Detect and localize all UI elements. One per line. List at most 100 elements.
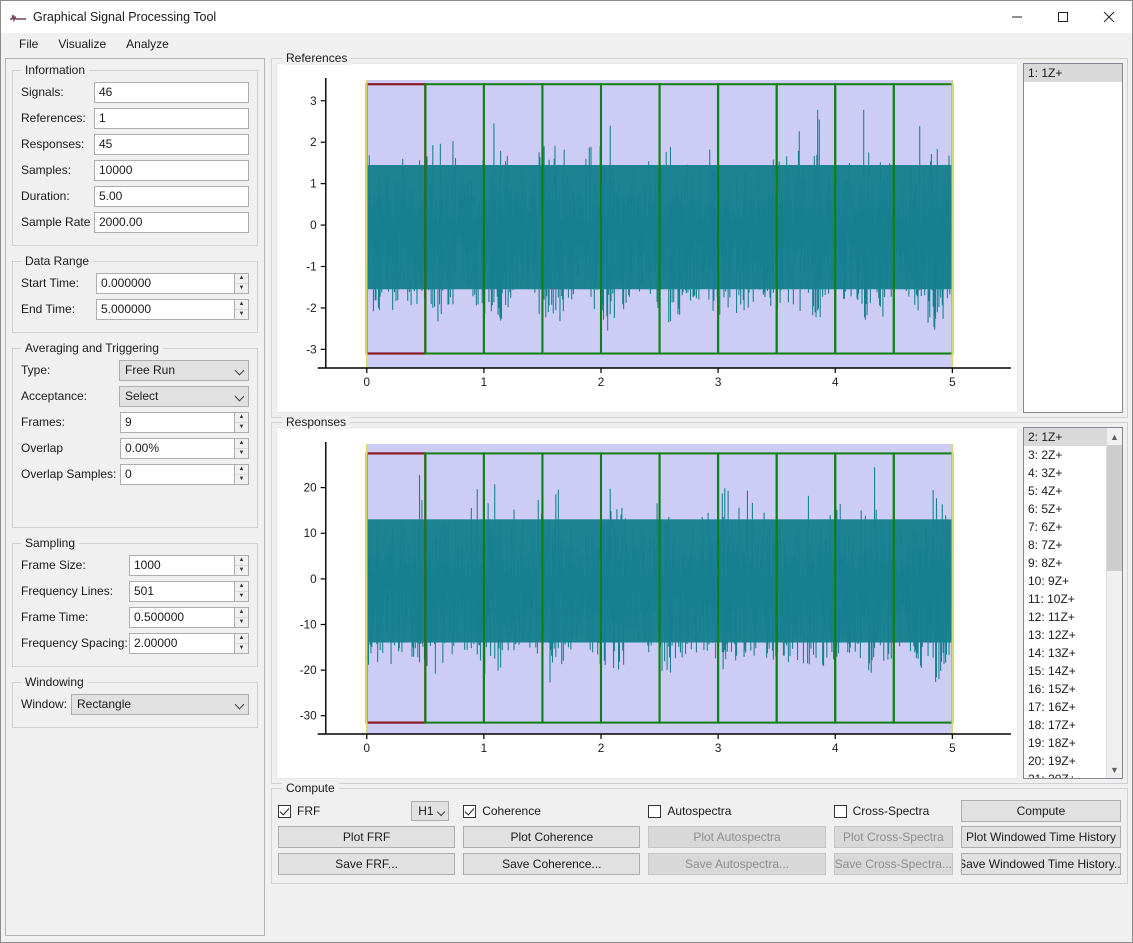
spin-up-icon[interactable]: ▲ xyxy=(235,413,248,423)
reference-list-item[interactable]: 1: 1Z+ xyxy=(1024,64,1122,82)
scrollbar-thumb[interactable] xyxy=(1107,445,1122,571)
response-list-item[interactable]: 14: 13Z+ xyxy=(1024,644,1106,662)
scrollbar-track[interactable] xyxy=(1107,445,1122,761)
spinner-overlap-samples[interactable]: ▲ ▼ xyxy=(234,464,249,485)
responses-scrollbar[interactable]: ▲ ▼ xyxy=(1106,428,1122,778)
menu-visualize[interactable]: Visualize xyxy=(48,35,116,53)
scroll-up-icon[interactable]: ▲ xyxy=(1107,428,1122,445)
input-frequency-lines[interactable]: 501 xyxy=(129,581,234,602)
response-list-item[interactable]: 9: 8Z+ xyxy=(1024,554,1106,572)
response-list-item[interactable]: 7: 6Z+ xyxy=(1024,518,1106,536)
response-list-item[interactable]: 20: 19Z+ xyxy=(1024,752,1106,770)
spin-down-icon[interactable]: ▼ xyxy=(235,566,248,575)
spin-down-icon[interactable]: ▼ xyxy=(235,449,248,458)
plot-coherence-button[interactable]: Plot Coherence xyxy=(463,826,640,848)
input-samples[interactable]: 10000 xyxy=(94,160,249,181)
input-overlap-samples[interactable]: 0 xyxy=(120,464,234,485)
plot-autospectra-button: Plot Autospectra xyxy=(648,826,825,848)
x-tick-label: 5 xyxy=(949,377,956,389)
estimator-select[interactable]: H1 xyxy=(411,801,449,821)
select-window[interactable]: Rectangle xyxy=(71,694,249,715)
field-frame-time: Frame Time: 0.500000 ▲ ▼ xyxy=(21,606,249,628)
minimize-button[interactable] xyxy=(994,1,1040,33)
spinner-overlap[interactable]: ▲ ▼ xyxy=(234,438,249,459)
response-list-item[interactable]: 10: 9Z+ xyxy=(1024,572,1106,590)
spinner-frames[interactable]: ▲ ▼ xyxy=(234,412,249,433)
spinner-end-time[interactable]: ▲ ▼ xyxy=(234,299,249,320)
spin-up-icon[interactable]: ▲ xyxy=(235,634,248,644)
coherence-checkbox-row[interactable]: Coherence xyxy=(463,801,640,821)
spinner-frame-size[interactable]: ▲ ▼ xyxy=(234,555,249,576)
spin-up-icon[interactable]: ▲ xyxy=(235,556,248,566)
response-list-item[interactable]: 8: 7Z+ xyxy=(1024,536,1106,554)
spin-up-icon[interactable]: ▲ xyxy=(235,274,248,284)
response-list-item[interactable]: 21: 20Z+ xyxy=(1024,770,1106,779)
coherence-checkbox[interactable] xyxy=(463,805,476,818)
input-end-time[interactable]: 5.000000 xyxy=(96,299,234,320)
crossspectra-checkbox-row[interactable]: Cross-Spectra Compute xyxy=(834,801,1121,821)
responses-list[interactable]: 2: 1Z+3: 2Z+4: 3Z+5: 4Z+6: 5Z+7: 6Z+8: 7… xyxy=(1023,427,1123,779)
spinner-frequency-spacing[interactable]: ▲ ▼ xyxy=(234,633,249,654)
spin-down-icon[interactable]: ▼ xyxy=(235,618,248,627)
compute-button[interactable]: Compute xyxy=(961,800,1121,822)
response-list-item[interactable]: 13: 12Z+ xyxy=(1024,626,1106,644)
select-type[interactable]: Free Run xyxy=(119,360,249,381)
responses-plot[interactable]: 20100-10-20-30012345 xyxy=(276,427,1018,779)
spin-up-icon[interactable]: ▲ xyxy=(235,439,248,449)
references-list[interactable]: 1: 1Z+ xyxy=(1023,63,1123,413)
response-list-item[interactable]: 4: 3Z+ xyxy=(1024,464,1106,482)
spin-down-icon[interactable]: ▼ xyxy=(235,284,248,293)
input-signals[interactable]: 46 xyxy=(94,82,249,103)
response-list-item[interactable]: 18: 17Z+ xyxy=(1024,716,1106,734)
response-list-item[interactable]: 12: 11Z+ xyxy=(1024,608,1106,626)
input-responses[interactable]: 45 xyxy=(94,134,249,155)
select-acceptance[interactable]: Select xyxy=(119,386,249,407)
response-list-item[interactable]: 19: 18Z+ xyxy=(1024,734,1106,752)
menu-analyze[interactable]: Analyze xyxy=(116,35,179,53)
response-list-item[interactable]: 16: 15Z+ xyxy=(1024,680,1106,698)
response-list-item[interactable]: 17: 16Z+ xyxy=(1024,698,1106,716)
autospectra-checkbox[interactable] xyxy=(648,805,661,818)
response-list-item[interactable]: 11: 10Z+ xyxy=(1024,590,1106,608)
response-list-item[interactable]: 3: 2Z+ xyxy=(1024,446,1106,464)
references-plot[interactable]: 3210-1-2-3012345 xyxy=(276,63,1018,413)
input-frame-size[interactable]: 1000 xyxy=(129,555,234,576)
scroll-down-icon[interactable]: ▼ xyxy=(1107,761,1122,778)
autospectra-checkbox-row[interactable]: Autospectra xyxy=(648,801,825,821)
input-frames[interactable]: 9 xyxy=(120,412,234,433)
save-windowed-button[interactable]: Save Windowed Time History... xyxy=(961,853,1121,875)
spinner-frame-time[interactable]: ▲ ▼ xyxy=(234,607,249,628)
response-list-item[interactable]: 15: 14Z+ xyxy=(1024,662,1106,680)
spin-down-icon[interactable]: ▼ xyxy=(235,423,248,432)
spin-down-icon[interactable]: ▼ xyxy=(235,592,248,601)
maximize-button[interactable] xyxy=(1040,1,1086,33)
close-button[interactable] xyxy=(1086,1,1132,33)
save-coherence-button[interactable]: Save Coherence... xyxy=(463,853,640,875)
spinner-start-time[interactable]: ▲ ▼ xyxy=(234,273,249,294)
response-list-item[interactable]: 5: 4Z+ xyxy=(1024,482,1106,500)
spinner-frequency-lines[interactable]: ▲ ▼ xyxy=(234,581,249,602)
input-duration[interactable]: 5.00 xyxy=(94,186,249,207)
input-frequency-spacing[interactable]: 2.00000 xyxy=(129,633,234,654)
crossspectra-checkbox[interactable] xyxy=(834,805,847,818)
spin-down-icon[interactable]: ▼ xyxy=(235,310,248,319)
frf-checkbox-row[interactable]: FRF xyxy=(278,801,320,821)
spin-up-icon[interactable]: ▲ xyxy=(235,608,248,618)
spin-up-icon[interactable]: ▲ xyxy=(235,582,248,592)
input-start-time[interactable]: 0.000000 xyxy=(96,273,234,294)
response-list-item[interactable]: 6: 5Z+ xyxy=(1024,500,1106,518)
plot-frf-button[interactable]: Plot FRF xyxy=(278,826,455,848)
input-overlap[interactable]: 0.00% xyxy=(120,438,234,459)
input-references[interactable]: 1 xyxy=(94,108,249,129)
response-list-item[interactable]: 2: 1Z+ xyxy=(1024,428,1106,446)
frf-checkbox[interactable] xyxy=(278,805,291,818)
plot-windowed-button[interactable]: Plot Windowed Time History xyxy=(961,826,1121,848)
spin-up-icon[interactable]: ▲ xyxy=(235,300,248,310)
spin-down-icon[interactable]: ▼ xyxy=(235,475,248,484)
input-frame-time[interactable]: 0.500000 xyxy=(129,607,234,628)
spin-down-icon[interactable]: ▼ xyxy=(235,644,248,653)
input-sample-rate[interactable]: 2000.00 xyxy=(94,212,249,233)
save-frf-button[interactable]: Save FRF... xyxy=(278,853,455,875)
spin-up-icon[interactable]: ▲ xyxy=(235,465,248,475)
menu-file[interactable]: File xyxy=(9,35,48,53)
